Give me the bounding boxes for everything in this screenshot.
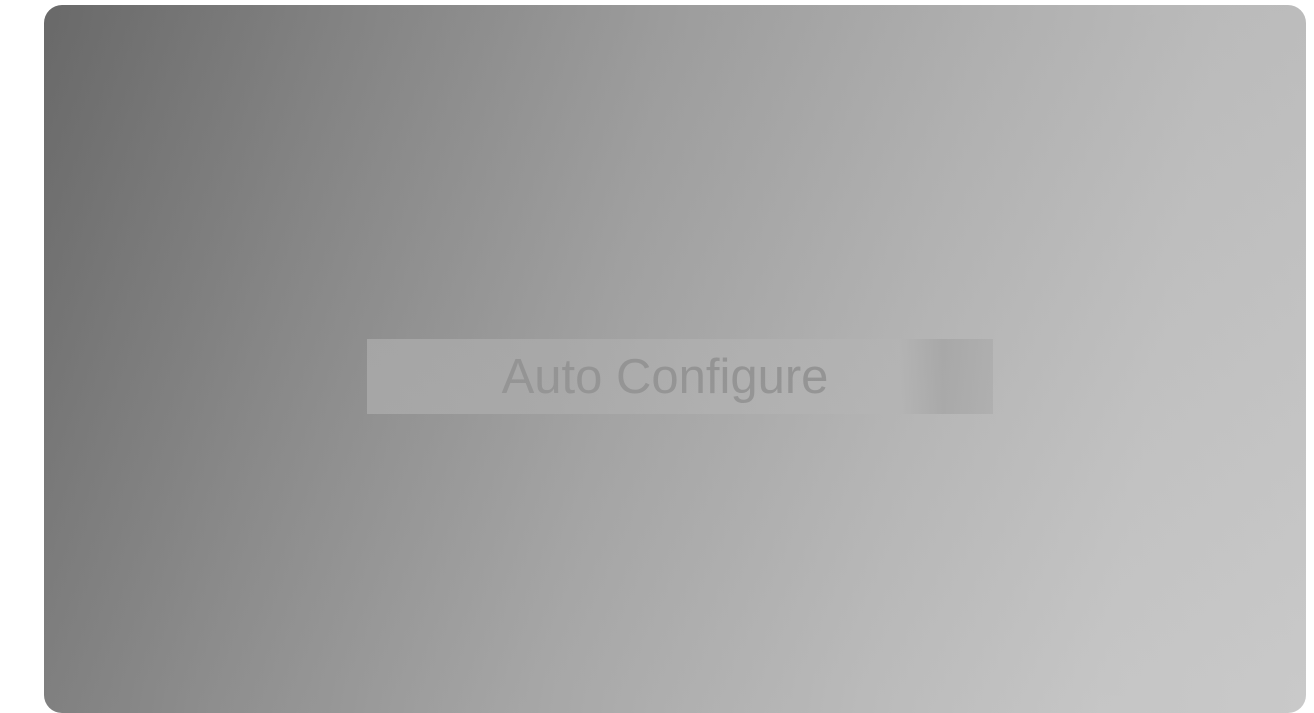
display-screen: Auto Configure (44, 5, 1306, 713)
osd-message-label: Auto Configure (501, 349, 829, 404)
osd-message-bar: Auto Configure (367, 339, 993, 414)
